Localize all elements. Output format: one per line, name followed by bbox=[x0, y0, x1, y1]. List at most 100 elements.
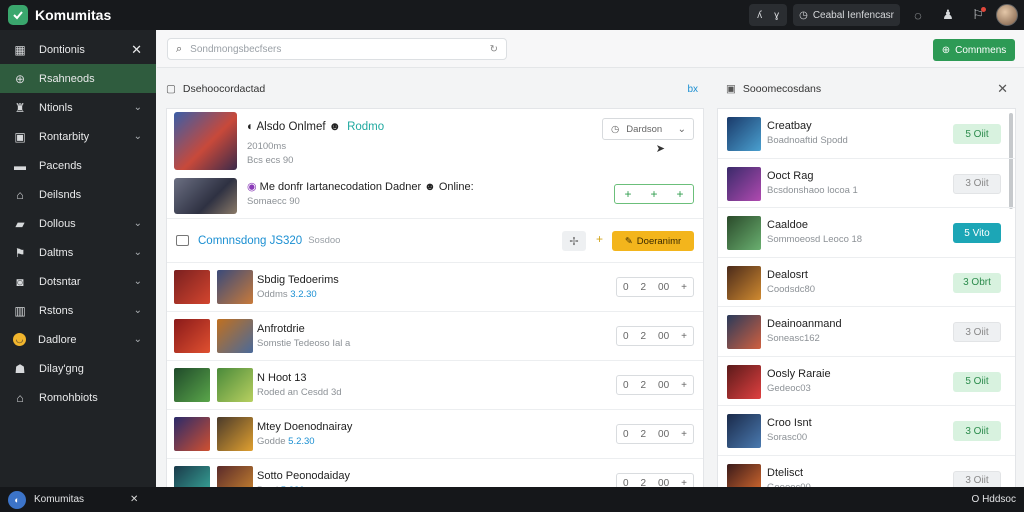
plus-icon[interactable]: + bbox=[681, 282, 687, 293]
app-logo[interactable]: Komumitas bbox=[0, 5, 156, 25]
close-icon[interactable]: ✕ bbox=[997, 81, 1008, 97]
primary-action-button[interactable]: ⊕ Comnmens bbox=[933, 39, 1015, 61]
avatar[interactable] bbox=[996, 4, 1018, 26]
table-row[interactable]: Sotto PeonodaidayBcsd 5.3300200+ bbox=[167, 459, 703, 487]
chevron-down-icon[interactable]: ⌄ bbox=[134, 305, 142, 316]
item-meta: Coodsdc80 bbox=[767, 283, 816, 295]
plus-icon[interactable]: + bbox=[681, 331, 687, 342]
home-icon: ⌂ bbox=[16, 187, 24, 202]
game-thumbnail[interactable] bbox=[174, 112, 237, 170]
sidebar-item-ntionls[interactable]: ♜ Ntionls ⌄ bbox=[0, 93, 156, 122]
list-item[interactable]: Croo Isnt Sorasc00 3 Oiit bbox=[718, 406, 1015, 456]
score-stepper[interactable]: 0 2 00 + bbox=[616, 326, 694, 346]
list-item[interactable]: Oosly Raraie Gedeoc03 5 Oiit bbox=[718, 357, 1015, 406]
item-thumbnail bbox=[727, 315, 761, 349]
clock-icon: ◷ bbox=[611, 123, 620, 135]
sidebar-item-dotsntar[interactable]: ◙ Dotsntar ⌄ bbox=[0, 267, 156, 296]
sidebar-item-pacends[interactable]: ▬ Pacends bbox=[0, 151, 156, 180]
table-row[interactable]: Mtey Doenodnairay Godde 5.2.30 0 2 00 + bbox=[167, 410, 703, 459]
score-stepper[interactable]: 0 2 00 + bbox=[616, 424, 694, 444]
item-action-button[interactable]: 3 Oiit bbox=[953, 421, 1001, 441]
right-panel-title: Sooomecosdans bbox=[742, 83, 822, 95]
sidebar-item-dollous[interactable]: ▰ Dollous ⌄ bbox=[0, 209, 156, 238]
chevron-down-icon[interactable]: ⌄ bbox=[134, 276, 142, 287]
match-meta-text: Godde bbox=[257, 436, 286, 447]
item-action-button[interactable]: 3 Oiit bbox=[953, 173, 1001, 194]
folder-icon: ▰ bbox=[15, 216, 25, 231]
chevron-down-icon[interactable]: ⌄ bbox=[134, 218, 142, 229]
panel-header-action[interactable]: bx bbox=[687, 84, 698, 95]
table-row[interactable]: Sbdig Tedoerims Oddms 3.2.30 0 2 00 + bbox=[167, 263, 703, 312]
plus-icon[interactable]: + bbox=[676, 187, 683, 201]
item-meta: Gedeoc03 bbox=[767, 382, 811, 394]
smile-icon: ◡ bbox=[13, 333, 26, 346]
sidebar-item-daltms[interactable]: ⚑ Daltms ⌄ bbox=[0, 238, 156, 267]
plus-icon[interactable]: + bbox=[596, 232, 603, 246]
plus-icon[interactable]: + bbox=[681, 478, 687, 488]
signal-icon[interactable]: ɣ bbox=[774, 10, 779, 21]
refresh-icon[interactable]: ↻ bbox=[490, 44, 498, 55]
chevron-down-icon[interactable]: ⌄ bbox=[134, 247, 142, 258]
notification-icon[interactable]: ⚐ bbox=[966, 3, 990, 27]
sidebar-item-romohbiots[interactable]: ⌂ Romohbiots bbox=[0, 383, 156, 412]
chevron-down-icon[interactable]: ⌄ bbox=[134, 334, 142, 345]
score-value: 2 bbox=[640, 330, 647, 342]
quick-toggle-group[interactable]: ʎ ɣ bbox=[749, 4, 788, 26]
bell-icon[interactable]: ♟ bbox=[936, 3, 960, 27]
command-title[interactable]: Comnnsdong JS320 bbox=[198, 235, 302, 247]
status-select[interactable]: ◷ Dardson ⌄ bbox=[602, 118, 694, 140]
table-row[interactable]: N Hoot 13 Roded an Cesdd 3d 0 2 00 + bbox=[167, 361, 703, 410]
item-action-button[interactable]: 5 Oiit bbox=[953, 371, 1001, 392]
list-item[interactable]: Ooct Rag Bcsdonshaoo locoa 1 3 Oiit bbox=[718, 159, 1015, 208]
table-row[interactable]: Anfrotdrie Somstie Tedeoso Ial a 0 2 00 + bbox=[167, 312, 703, 361]
sidebar-item-dilay-gng[interactable]: ☗ Dilay'gng bbox=[0, 354, 156, 383]
match-meta: Roded an Cesdd 3d bbox=[257, 387, 342, 398]
match-score-highlight: 3.2.30 bbox=[290, 289, 317, 300]
plus-icon[interactable]: + bbox=[681, 380, 687, 391]
item-action-button[interactable]: 5 Oiit bbox=[953, 124, 1001, 144]
sidebar-item-dadlore[interactable]: ◡ Dadlore ⌄ bbox=[0, 325, 156, 354]
search-input[interactable]: ⌕ Sondmongsbecfsers ↻ bbox=[167, 38, 507, 60]
sidebar-item-rontarbity[interactable]: ▣ Rontarbity ⌄ bbox=[0, 122, 156, 151]
score-stepper[interactable]: 0 2 00 + bbox=[616, 375, 694, 395]
plus-icon[interactable]: + bbox=[650, 187, 657, 201]
move-icon[interactable]: ✢ bbox=[562, 231, 586, 251]
right-panel: Creatbay Boadnoaftid Spodd 5 Oiit Ooct Rag B… bbox=[717, 108, 1016, 487]
sidebar-item-rsahneods[interactable]: ⊕ Rsahneods bbox=[0, 64, 156, 93]
sidebar-item-label: Dontionis bbox=[39, 43, 85, 56]
command-button[interactable]: ✎ Doeranimr bbox=[612, 231, 694, 251]
person-icon[interactable]: ʎ bbox=[757, 10, 762, 21]
chat-bubble-icon[interactable]: ◌ bbox=[906, 3, 930, 27]
score-stepper[interactable]: 0 2 00 + bbox=[616, 277, 694, 297]
community-logo-icon[interactable]: ◐ bbox=[8, 490, 26, 509]
item-action-button[interactable]: 5 Vito bbox=[953, 223, 1001, 243]
item-action-button[interactable]: 3 Oiit bbox=[953, 322, 1001, 342]
sidebar-item-dontionis[interactable]: ▦ Dontionis ✕ bbox=[0, 35, 156, 64]
item-action-button[interactable]: 3 Oiit bbox=[953, 470, 1001, 487]
chevron-down-icon[interactable]: ⌄ bbox=[134, 131, 142, 142]
close-icon[interactable]: ✕ bbox=[130, 494, 138, 505]
item-action-button[interactable]: 3 Obrt bbox=[953, 272, 1001, 293]
status-select-value: Dardson bbox=[626, 123, 663, 135]
item-thumbnail bbox=[727, 216, 761, 250]
sidebar-item-label: Ntionls bbox=[39, 101, 73, 114]
sidebar-item-rstons[interactable]: ▥ Rstons ⌄ bbox=[0, 296, 156, 325]
main-panel: ◐ Alsdo Onlmef ☻ Rodmo 20100ms Bcs ecs 9… bbox=[166, 108, 704, 487]
close-icon[interactable]: ✕ bbox=[131, 42, 142, 58]
list-item[interactable]: Deainoanmand Soneasc162 3 Oiit bbox=[718, 307, 1015, 357]
list-item[interactable]: Creatbay Boadnoaftid Spodd 5 Oiit bbox=[718, 109, 1015, 159]
item-name: Creatbay bbox=[767, 120, 812, 132]
camera-icon: ◙ bbox=[16, 274, 24, 289]
game-thumbnail-secondary[interactable] bbox=[174, 178, 237, 214]
score-stepper[interactable]: 0 2 00 + bbox=[616, 473, 694, 487]
sidebar-item-deilsnds[interactable]: ⌂ Deilsnds bbox=[0, 180, 156, 209]
featured-meta-2: Bcs ecs 90 bbox=[247, 155, 294, 166]
list-item[interactable]: Dealosrt Coodsdc80 3 Obrt bbox=[718, 258, 1015, 307]
list-item[interactable]: Dtelisct Gooooc00 3 Oiit bbox=[718, 456, 1015, 487]
status-pill[interactable]: ◷ Ceabal Ienfencasr bbox=[793, 4, 900, 26]
plus-icon[interactable]: + bbox=[681, 429, 687, 440]
plus-icon[interactable]: + bbox=[624, 187, 631, 201]
add-actions-group[interactable]: + + + bbox=[614, 184, 694, 204]
chevron-down-icon[interactable]: ⌄ bbox=[134, 102, 142, 113]
list-item[interactable]: Caaldoe Sommoeosd Leoco 18 5 Vito bbox=[718, 208, 1015, 258]
